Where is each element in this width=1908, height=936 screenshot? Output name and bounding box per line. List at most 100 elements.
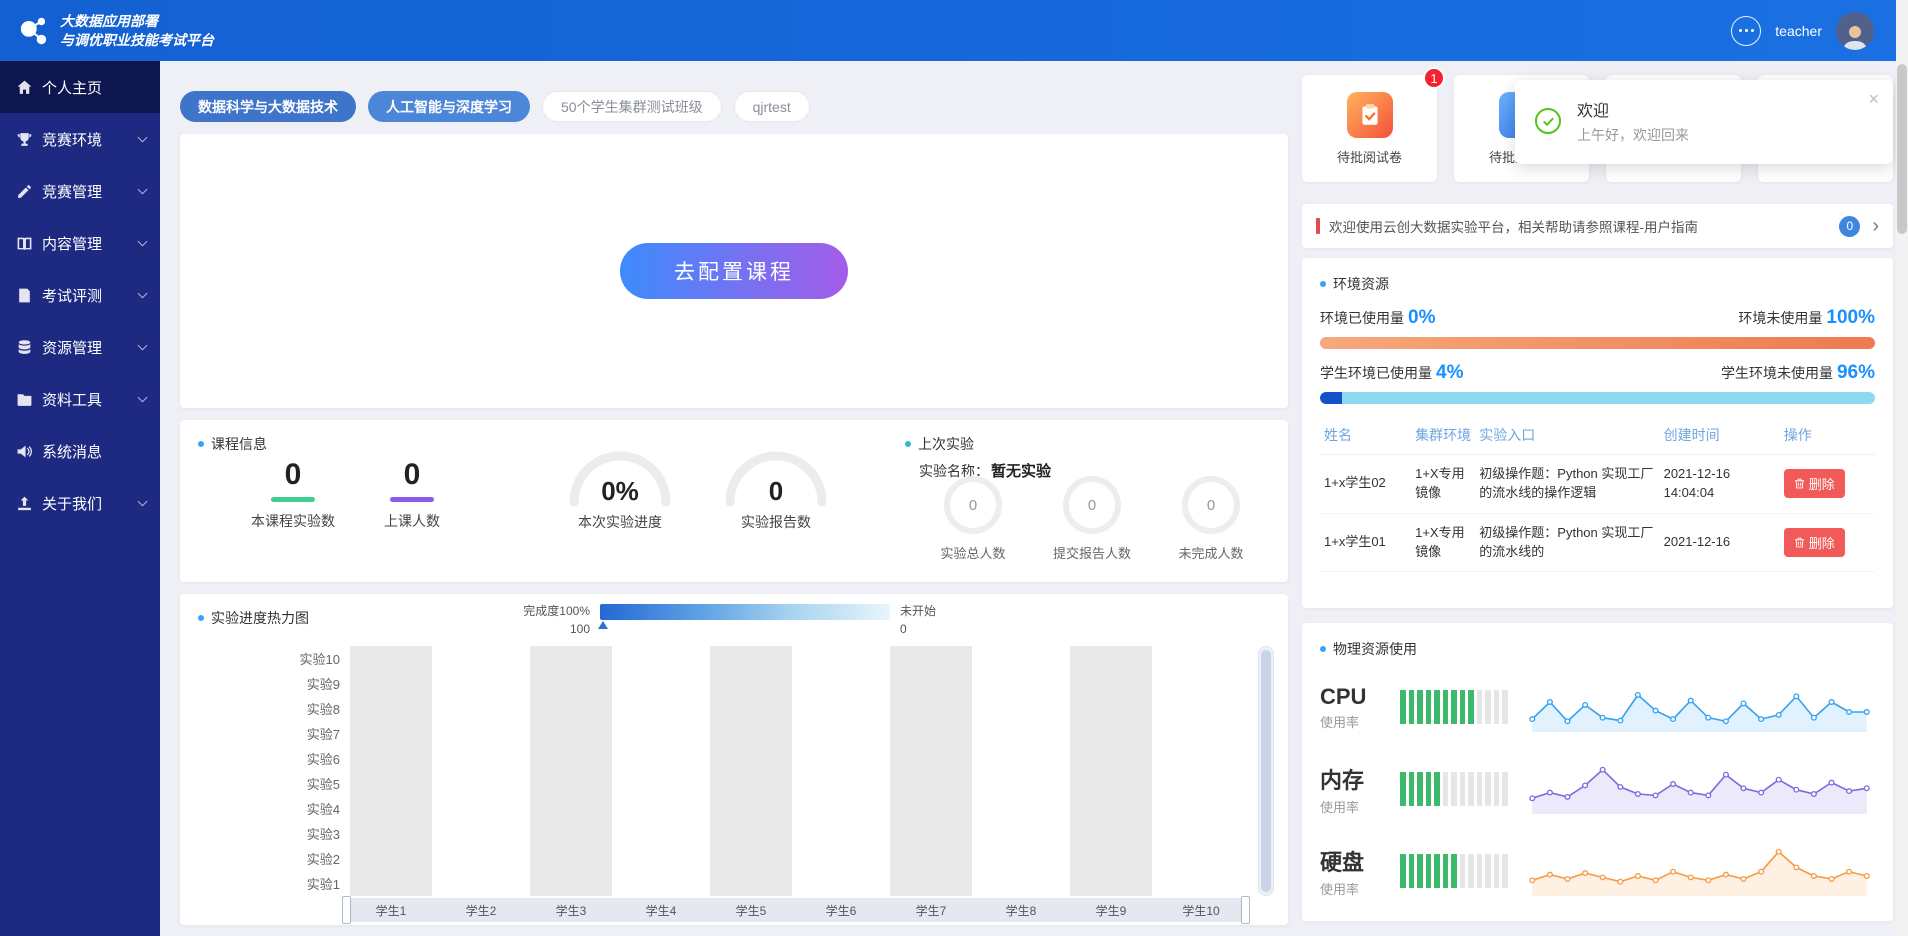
memory-row: 内存 使用率 xyxy=(1320,755,1875,823)
env-usage-bar xyxy=(1320,337,1875,349)
sidebar-item-competition-mgmt[interactable]: 竞赛管理 xyxy=(0,165,160,217)
sidebar-item-resource-mgmt[interactable]: 资源管理 xyxy=(0,321,160,373)
table-row: 1+x学生02 1+X专用镜像 初级操作题：Python 实现工厂的流水线的操作… xyxy=(1320,455,1875,514)
heatmap-x-label: 学生7 xyxy=(886,898,976,922)
bullet-icon xyxy=(1320,646,1326,652)
heatmap-title: 实验进度热力图 xyxy=(198,608,309,628)
gauge-report-count: 0 实验报告数 xyxy=(716,446,836,532)
heatmap-x-label: 学生5 xyxy=(706,898,796,922)
tab-ai-deep-learning[interactable]: 人工智能与深度学习 xyxy=(368,91,530,122)
heatmap-legend-gradient xyxy=(600,604,890,620)
physical-resource-title: 物理资源使用 xyxy=(1320,639,1875,659)
env-resource-card: 环境资源 环境已使用量0% 环境未使用量100% 学生环境已使用量4% 学生环境… xyxy=(1302,258,1893,608)
stat-attendees: 0 上课人数 xyxy=(356,460,468,531)
heatmap-column xyxy=(706,646,796,896)
cpu-row: CPU 使用率 xyxy=(1320,673,1875,741)
delete-button[interactable]: 删除 xyxy=(1784,528,1845,557)
heatmap-column xyxy=(526,646,616,896)
heatmap-y-label: 实验5 xyxy=(266,771,340,796)
badge-count: 1 xyxy=(1423,67,1445,89)
username: teacher xyxy=(1775,23,1822,39)
page-scrollbar[interactable] xyxy=(1896,0,1908,936)
course-info-card: 课程信息 0 本课程实验数 0 上课人数 0% 本次实验进度 0 实验报告数 上… xyxy=(180,420,1288,582)
notice-badge: 0 xyxy=(1839,216,1860,237)
physical-resource-card: 物理资源使用 CPU 使用率 内存 使用率 硬盘 使用率 xyxy=(1302,623,1893,921)
heatmap-y-label: 实验9 xyxy=(266,671,340,696)
disk-row: 硬盘 使用率 xyxy=(1320,837,1875,905)
scrollbar-thumb[interactable] xyxy=(1261,650,1271,892)
chevron-down-icon xyxy=(138,496,148,506)
course-info-title: 课程信息 xyxy=(198,434,267,454)
folder-icon xyxy=(16,391,33,408)
heatmap-legend: 完成度100% 100 未开始 0 xyxy=(510,602,936,638)
file-check-icon xyxy=(16,287,33,304)
heatmap-plot xyxy=(346,646,1246,896)
env-usage-row: 环境已使用量0% 环境未使用量100% xyxy=(1320,307,1875,329)
heatmap-x-label: 学生4 xyxy=(616,898,706,922)
class-tabs: 数据科学与大数据技术 人工智能与深度学习 50个学生集群测试班级 qjrtest xyxy=(180,91,810,122)
exam-paper-icon xyxy=(1347,92,1393,138)
heatmap-x-label: 学生8 xyxy=(976,898,1066,922)
cpu-usage-chart xyxy=(1524,674,1875,740)
sidebar-item-about-us[interactable]: 关于我们 xyxy=(0,477,160,529)
bullet-icon xyxy=(198,441,204,447)
configure-course-button[interactable]: 去配置课程 xyxy=(620,243,848,299)
student-env-usage-bar xyxy=(1320,392,1875,404)
heatmap-y-label: 实验7 xyxy=(266,721,340,746)
chevron-down-icon xyxy=(138,340,148,350)
env-resource-title: 环境资源 xyxy=(1320,274,1875,294)
disk-usage-meter xyxy=(1400,854,1508,888)
avatar[interactable] xyxy=(1836,12,1874,50)
book-icon xyxy=(16,235,33,252)
legend-handle-icon xyxy=(598,621,608,629)
slider-handle-left[interactable] xyxy=(342,896,351,924)
ring-report-submitters: 0 提交报告人数 xyxy=(1032,476,1152,562)
messages-icon[interactable] xyxy=(1731,16,1761,46)
heatmap-column xyxy=(886,646,976,896)
chevron-down-icon xyxy=(138,392,148,402)
tab-data-science[interactable]: 数据科学与大数据技术 xyxy=(180,91,356,122)
heatmap-column xyxy=(1156,646,1246,896)
notice-bar[interactable]: 欢迎使用云创大数据实验平台，相关帮助请参照课程-用户指南 0 › xyxy=(1302,204,1893,248)
sidebar-item-data-tools[interactable]: 资料工具 xyxy=(0,373,160,425)
slider-handle-right[interactable] xyxy=(1241,896,1250,924)
cpu-usage-meter xyxy=(1400,690,1508,724)
heatmap-x-slider[interactable]: 学生1学生2学生3学生4学生5学生6学生7学生8学生9学生10 xyxy=(346,898,1246,922)
heatmap-y-label: 实验8 xyxy=(266,696,340,721)
tab-qjrtest[interactable]: qjrtest xyxy=(734,91,810,122)
heatmap-y-label: 实验2 xyxy=(266,846,340,871)
chevron-down-icon xyxy=(138,236,148,246)
env-table: 姓名 集群环境 实验入口 创建时间 操作 1+x学生02 1+X专用镜像 初级操… xyxy=(1320,416,1875,572)
todo-card-pending-exams[interactable]: 待批阅试卷 1 xyxy=(1302,75,1437,182)
chevron-down-icon xyxy=(138,132,148,142)
ring-not-finished: 0 未完成人数 xyxy=(1151,476,1271,562)
heatmap-card: 实验进度热力图 完成度100% 100 未开始 0 实验10实验9实验8实验7实… xyxy=(180,594,1288,925)
sidebar-item-exam-eval[interactable]: 考试评测 xyxy=(0,269,160,321)
heatmap-vertical-scrollbar[interactable] xyxy=(1258,646,1274,896)
scrollbar-thumb[interactable] xyxy=(1897,64,1907,234)
delete-button[interactable]: 删除 xyxy=(1784,469,1845,498)
heatmap-x-label: 学生10 xyxy=(1156,898,1246,922)
heatmap-x-label: 学生3 xyxy=(526,898,616,922)
chevron-right-icon[interactable]: › xyxy=(1872,216,1879,236)
sidebar-item-home[interactable]: 个人主页 xyxy=(0,61,160,113)
close-icon[interactable]: × xyxy=(1868,90,1879,108)
heatmap-column xyxy=(346,646,436,896)
sidebar-item-system-messages[interactable]: 系统消息 xyxy=(0,425,160,477)
table-header-row: 姓名 集群环境 实验入口 创建时间 操作 xyxy=(1320,416,1875,455)
sidebar-item-competition-env[interactable]: 竞赛环境 xyxy=(0,113,160,165)
app-header: 大数据应用部署 与调优职业技能考试平台 teacher xyxy=(0,0,1908,61)
tab-cluster-test-class[interactable]: 50个学生集群测试班级 xyxy=(542,91,722,122)
sidebar-item-content-mgmt[interactable]: 内容管理 xyxy=(0,217,160,269)
heatmap-y-label: 实验4 xyxy=(266,796,340,821)
sidebar: 个人主页 竞赛环境 竞赛管理 内容管理 考试评测 资源管理 资料工具 系统消息 … xyxy=(0,61,160,936)
student-env-usage-row: 学生环境已使用量4% 学生环境未使用量96% xyxy=(1320,362,1875,384)
gauge-experiment-progress: 0% 本次实验进度 xyxy=(560,446,680,532)
chevron-down-icon xyxy=(138,184,148,194)
app-logo-icon xyxy=(14,12,52,50)
heatmap-column xyxy=(436,646,526,896)
disk-usage-chart xyxy=(1524,838,1875,904)
heatmap-y-label: 实验3 xyxy=(266,821,340,846)
table-row: 1+x学生01 1+X专用镜像 初级操作题：Python 实现工厂的流水线的 2… xyxy=(1320,513,1875,572)
ring-total-participants: 0 实验总人数 xyxy=(913,476,1033,562)
